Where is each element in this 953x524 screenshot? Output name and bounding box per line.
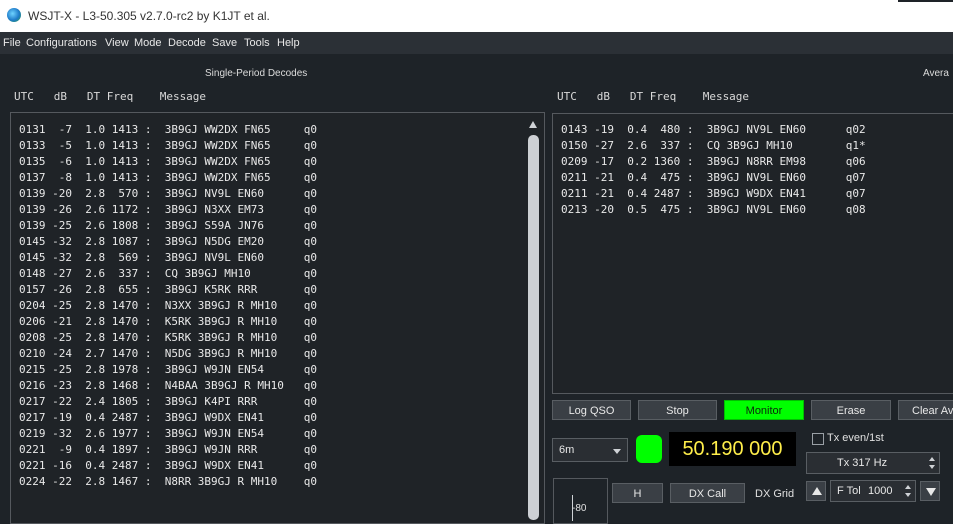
decode-row[interactable]: 0208 -25 2.8 1470 : K5RK 3B9GJ R MH10 q0 xyxy=(19,330,317,346)
menu-view[interactable]: View xyxy=(105,37,129,49)
band-value: 6m xyxy=(559,444,575,456)
f-tol-increase-button[interactable] xyxy=(806,481,826,501)
right-decode-rows: 0143 -19 0.4 480 : 3B9GJ NV9L EN60 q02 01… xyxy=(561,122,866,218)
decode-row[interactable]: 0217 -22 2.4 1805 : 3B9GJ K4PI RRR q0 xyxy=(19,394,317,410)
scroll-up-icon[interactable] xyxy=(529,121,537,128)
decode-row[interactable]: 0145 -32 2.8 1087 : 3B9GJ N5DG EM20 q0 xyxy=(19,234,317,250)
right-column-header: UTC dB DT Freq Message xyxy=(557,90,750,103)
average-decode-row[interactable]: 0211 -21 0.4 2487 : 3B9GJ W9DX EN41 q07 xyxy=(561,186,866,202)
status-led xyxy=(636,435,662,463)
log-qso-button[interactable]: Log QSO xyxy=(552,400,631,420)
meter-tick-label: -80 xyxy=(572,503,587,514)
stop-button[interactable]: Stop xyxy=(638,400,717,420)
decode-row[interactable]: 0221 -9 0.4 1897 : 3B9GJ W9JN RRR q0 xyxy=(19,442,317,458)
decode-row[interactable]: 0224 -22 2.8 1467 : N8RR 3B9GJ R MH10 q0 xyxy=(19,474,317,490)
left-column-header: UTC dB DT Freq Message xyxy=(14,90,207,103)
menu-help[interactable]: Help xyxy=(277,37,300,49)
decode-row[interactable]: 0135 -6 1.0 1413 : 3B9GJ WW2DX FN65 q0 xyxy=(19,154,317,170)
wsjtx-logo-icon xyxy=(7,8,21,22)
dx-call-button[interactable]: DX Call xyxy=(670,483,745,503)
dx-grid-label: DX Grid xyxy=(755,488,795,500)
dial-frequency-display: 50.190 000 xyxy=(669,432,796,466)
tx-even-checkbox[interactable] xyxy=(812,433,824,445)
menu-decode[interactable]: Decode xyxy=(168,37,206,49)
clear-average-button[interactable]: Clear Av xyxy=(898,400,953,420)
menu-bar: File Configurations View Mode Decode Sav… xyxy=(0,32,953,54)
h-button[interactable]: H xyxy=(612,483,663,503)
average-decode-row[interactable]: 0209 -17 0.2 1360 : 3B9GJ N8RR EM98 q06 xyxy=(561,154,866,170)
decode-row[interactable]: 0137 -8 1.0 1413 : 3B9GJ WW2DX FN65 q0 xyxy=(19,170,317,186)
window-title: WSJT-X - L3-50.305 v2.7.0-rc2 by K1JT et… xyxy=(28,9,270,23)
title-bar-edge xyxy=(898,0,953,2)
menu-file[interactable]: File xyxy=(3,37,21,49)
left-decode-rows: 0131 -7 1.0 1413 : 3B9GJ WW2DX FN65 q0 01… xyxy=(19,122,317,490)
average-decode-row[interactable]: 0213 -20 0.5 475 : 3B9GJ NV9L EN60 q08 xyxy=(561,202,866,218)
f-tol-label: F Tol xyxy=(837,485,861,497)
average-decode-row[interactable]: 0211 -21 0.4 475 : 3B9GJ NV9L EN60 q07 xyxy=(561,170,866,186)
f-tol-spinbox[interactable]: F Tol 1000 xyxy=(830,480,916,502)
menu-save[interactable]: Save xyxy=(212,37,237,49)
decode-row[interactable]: 0217 -19 0.4 2487 : 3B9GJ W9DX EN41 q0 xyxy=(19,410,317,426)
chevron-down-icon xyxy=(613,449,621,454)
f-tol-value: 1000 xyxy=(868,485,893,497)
menu-configurations[interactable]: Configurations xyxy=(26,37,97,49)
average-decode-row[interactable]: 0143 -19 0.4 480 : 3B9GJ NV9L EN60 q02 xyxy=(561,122,866,138)
decode-row[interactable]: 0157 -26 2.8 655 : 3B9GJ K5RK RRR q0 xyxy=(19,282,317,298)
decode-row[interactable]: 0210 -24 2.7 1470 : N5DG 3B9GJ R MH10 q0 xyxy=(19,346,317,362)
title-bar: WSJT-X - L3-50.305 v2.7.0-rc2 by K1JT et… xyxy=(0,0,953,32)
tx-frequency-spinbox[interactable]: Tx 317 Hz xyxy=(806,452,940,474)
decode-row[interactable]: 0133 -5 1.0 1413 : 3B9GJ WW2DX FN65 q0 xyxy=(19,138,317,154)
spin-up-icon[interactable] xyxy=(929,457,935,461)
single-period-decodes-title: Single-Period Decodes xyxy=(205,68,308,79)
triangle-down-icon xyxy=(926,488,936,496)
f-tol-decrease-button[interactable] xyxy=(920,481,940,501)
average-decodes-title: Avera xyxy=(923,68,949,79)
band-selector[interactable]: 6m xyxy=(552,438,628,462)
decode-row[interactable]: 0221 -16 0.4 2487 : 3B9GJ W9DX EN41 q0 xyxy=(19,458,317,474)
left-scrollbar[interactable] xyxy=(528,135,539,520)
decode-row[interactable]: 0139 -25 2.6 1808 : 3B9GJ S59A JN76 q0 xyxy=(19,218,317,234)
menu-mode[interactable]: Mode xyxy=(134,37,162,49)
decode-row[interactable]: 0219 -32 2.6 1977 : 3B9GJ W9JN EN54 q0 xyxy=(19,426,317,442)
menu-tools[interactable]: Tools xyxy=(244,37,270,49)
tx-frequency-value: Tx 317 Hz xyxy=(837,457,888,469)
decode-row[interactable]: 0215 -25 2.8 1978 : 3B9GJ W9JN EN54 q0 xyxy=(19,362,317,378)
spin-down-icon[interactable] xyxy=(905,493,911,497)
spin-down-icon[interactable] xyxy=(929,465,935,469)
decode-row[interactable]: 0216 -23 2.8 1468 : N4BAA 3B9GJ R MH10 q… xyxy=(19,378,317,394)
decode-row[interactable]: 0145 -32 2.8 569 : 3B9GJ NV9L EN60 q0 xyxy=(19,250,317,266)
decode-row[interactable]: 0139 -20 2.8 570 : 3B9GJ NV9L EN60 q0 xyxy=(19,186,317,202)
tx-even-label: Tx even/1st xyxy=(827,432,884,444)
average-decode-row[interactable]: 0150 -27 2.6 337 : CQ 3B9GJ MH10 q1* xyxy=(561,138,866,154)
decode-row[interactable]: 0131 -7 1.0 1413 : 3B9GJ WW2DX FN65 q0 xyxy=(19,122,317,138)
decode-row[interactable]: 0204 -25 2.8 1470 : N3XX 3B9GJ R MH10 q0 xyxy=(19,298,317,314)
decode-row[interactable]: 0148 -27 2.6 337 : CQ 3B9GJ MH10 q0 xyxy=(19,266,317,282)
decode-row[interactable]: 0206 -21 2.8 1470 : K5RK 3B9GJ R MH10 q0 xyxy=(19,314,317,330)
erase-button[interactable]: Erase xyxy=(811,400,891,420)
monitor-button[interactable]: Monitor xyxy=(724,400,804,420)
spin-up-icon[interactable] xyxy=(905,485,911,489)
signal-meter: -80 xyxy=(553,478,608,524)
triangle-up-icon xyxy=(812,487,822,495)
decode-row[interactable]: 0139 -26 2.6 1172 : 3B9GJ N3XX EM73 q0 xyxy=(19,202,317,218)
